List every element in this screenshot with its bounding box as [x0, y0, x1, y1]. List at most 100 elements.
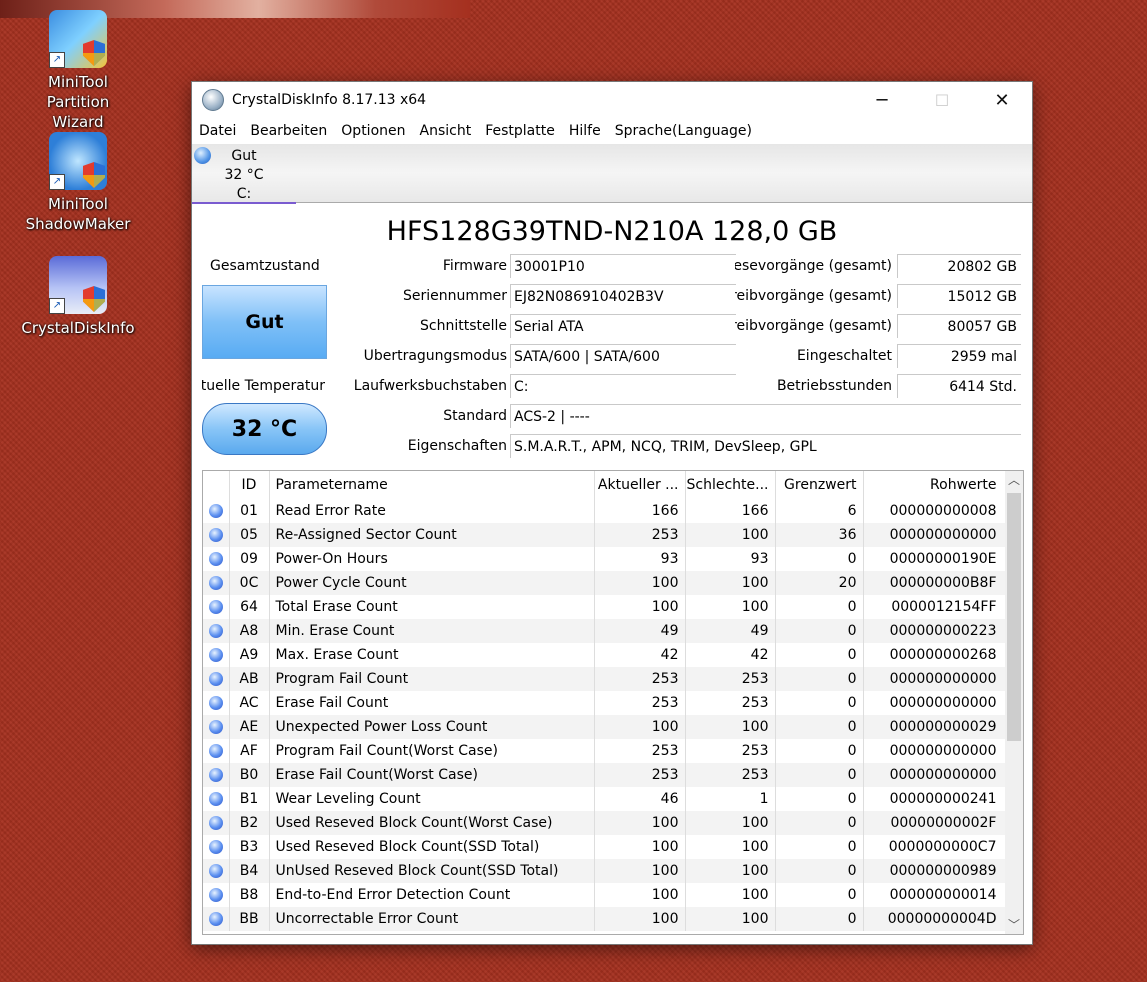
smart-parameter-name: Program Fail Count(Worst Case) — [269, 739, 595, 763]
health-status-button[interactable]: Gut — [202, 285, 327, 359]
smart-parameter-name: Power-On Hours — [269, 547, 595, 571]
col-header-threshold[interactable]: Grenzwert — [775, 471, 864, 499]
smart-row[interactable]: B1 Wear Leveling Count 46 1 0 000000000241 — [203, 787, 1006, 811]
smart-row[interactable]: A8 Min. Erase Count 49 49 0 000000000223 — [203, 619, 1006, 643]
health-label: Gesamtzustand — [210, 258, 320, 274]
smart-status-cell — [203, 619, 230, 643]
smart-threshold: 0 — [775, 715, 864, 739]
smart-row[interactable]: B0 Erase Fail Count(Worst Case) 253 253 0 000… — [203, 763, 1006, 787]
desktop-icon-label: MiniTool Partition — [46, 73, 110, 111]
smart-row[interactable]: B3 Used Reseved Block Count(SSD Total) 100… — [203, 835, 1006, 859]
smart-worst: 100 — [685, 907, 776, 931]
smart-threshold: 0 — [775, 883, 864, 907]
menu-optionen[interactable]: Optionen — [341, 123, 405, 139]
reads-total-label: Lesevorgänge (gesamt) — [735, 258, 892, 274]
menu-ansicht[interactable]: Ansicht — [420, 123, 472, 139]
title-bar[interactable]: CrystalDiskInfo 8.17.13 x64 ─ ☐ ✕ — [192, 82, 1032, 118]
smart-threshold: 0 — [775, 835, 864, 859]
maximize-button[interactable]: ☐ — [912, 82, 972, 118]
smart-current: 100 — [594, 907, 686, 931]
smart-row[interactable]: AF Program Fail Count(Worst Case) 253 253 0 0… — [203, 739, 1006, 763]
interface-label: Schnittstelle — [420, 318, 507, 334]
smart-scrollbar[interactable]: ︿ ﹀ — [1005, 471, 1023, 934]
power-on-count-value: 2959 mal — [897, 344, 1021, 368]
temperature-button[interactable]: 32 °C — [202, 403, 327, 455]
smart-current: 49 — [594, 619, 686, 643]
smart-worst: 93 — [685, 547, 776, 571]
disk-model-title: HFS128G39TND-N210A 128,0 GB — [386, 216, 838, 247]
smart-status-cell — [203, 907, 230, 931]
menu-hilfe[interactable]: Hilfe — [569, 123, 601, 139]
smart-raw-value: 00000000190E — [863, 547, 1006, 571]
smart-status-cell — [203, 595, 230, 619]
smart-threshold: 36 — [775, 523, 864, 547]
smart-worst: 100 — [685, 811, 776, 835]
drive-tab-c[interactable]: Gut 32 °C C: — [192, 144, 296, 204]
smart-raw-value: 000000000268 — [863, 643, 1006, 667]
features-label: Eigenschaften — [407, 438, 507, 454]
col-header-status[interactable] — [203, 471, 230, 499]
smart-id: BB — [229, 907, 270, 931]
smart-raw-value: 000000000B8F — [863, 571, 1006, 595]
desktop-icon-partition-wizard[interactable]: ↗ MiniTool Partition Wizard — [18, 10, 138, 132]
smart-row[interactable]: 05 Re-Assigned Sector Count 253 100 36 000000… — [203, 523, 1006, 547]
smart-row[interactable]: 0C Power Cycle Count 100 100 20 000000000B8F — [203, 571, 1006, 595]
close-button[interactable]: ✕ — [972, 82, 1032, 118]
smart-row[interactable]: B2 Used Reseved Block Count(Worst Case) 10… — [203, 811, 1006, 835]
menu-sprache[interactable]: Sprache(Language) — [615, 123, 752, 139]
transfer-mode-label: Übertragungsmodus — [363, 348, 507, 364]
smart-worst: 253 — [685, 763, 776, 787]
col-header-worst[interactable]: Schlechte... — [685, 471, 776, 499]
smart-row[interactable]: B8 End-to-End Error Detection Count 100 100… — [203, 883, 1006, 907]
col-header-current[interactable]: Aktueller ... — [594, 471, 686, 499]
smart-status-cell — [203, 715, 230, 739]
crystaldiskinfo-icon: ↗ — [49, 256, 107, 314]
smart-row[interactable]: 01 Read Error Rate 166 166 6 000000000008 — [203, 499, 1006, 523]
status-good-icon — [208, 600, 223, 614]
smart-current: 100 — [594, 715, 686, 739]
smart-raw-value: 000000000029 — [863, 715, 1006, 739]
smart-current: 93 — [594, 547, 686, 571]
desktop-icon-crystaldiskinfo[interactable]: ↗ CrystalDiskInfo — [18, 256, 138, 338]
scroll-up-icon[interactable]: ︿ — [1005, 471, 1023, 489]
status-good-icon — [208, 864, 223, 878]
smart-current: 253 — [594, 523, 686, 547]
smart-row[interactable]: A9 Max. Erase Count 42 42 0 000000000268 — [203, 643, 1006, 667]
smart-threshold: 0 — [775, 643, 864, 667]
menu-bearbeiten[interactable]: Bearbeiten — [250, 123, 327, 139]
col-header-raw[interactable]: Rohwerte — [863, 471, 1006, 499]
smart-row[interactable]: BB Uncorrectable Error Count 100 100 0 000000… — [203, 907, 1006, 931]
scroll-thumb[interactable] — [1007, 493, 1021, 741]
smart-row[interactable]: 64 Total Erase Count 100 100 0 0000012154FF — [203, 595, 1006, 619]
scroll-down-icon[interactable]: ﹀ — [1005, 916, 1023, 934]
smart-worst: 100 — [685, 883, 776, 907]
smart-threshold: 0 — [775, 859, 864, 883]
drive-letter-label: Laufwerksbuchstaben — [353, 378, 507, 394]
smart-worst: 100 — [685, 523, 776, 547]
smart-raw-value: 000000000000 — [863, 763, 1006, 787]
status-good-icon — [208, 528, 223, 542]
smart-row[interactable]: 09 Power-On Hours 93 93 0 00000000190E — [203, 547, 1006, 571]
smart-parameter-name: Max. Erase Count — [269, 643, 595, 667]
smart-current: 100 — [594, 811, 686, 835]
smart-row[interactable]: B4 UnUsed Reseved Block Count(SSD Total) 1… — [203, 859, 1006, 883]
smart-current: 100 — [594, 859, 686, 883]
menu-festplatte[interactable]: Festplatte — [485, 123, 555, 139]
smart-id: B2 — [229, 811, 270, 835]
smart-row[interactable]: AB Program Fail Count 253 253 0 000000000000 — [203, 667, 1006, 691]
smart-current: 100 — [594, 883, 686, 907]
status-good-icon — [194, 147, 211, 164]
col-header-parameter[interactable]: Parametername — [269, 471, 595, 499]
writes-total-value: 15012 GB — [897, 284, 1021, 308]
smart-row[interactable]: AC Erase Fail Count 253 253 0 000000000000 — [203, 691, 1006, 715]
desktop-icon-shadowmaker[interactable]: ↗ MiniTool ShadowMaker — [18, 132, 138, 234]
smart-current: 253 — [594, 739, 686, 763]
menu-datei[interactable]: Datei — [199, 123, 236, 139]
smart-row[interactable]: AE Unexpected Power Loss Count 100 100 0 0000… — [203, 715, 1006, 739]
col-header-id[interactable]: ID — [229, 471, 270, 499]
minimize-button[interactable]: ─ — [852, 82, 912, 118]
smart-threshold: 0 — [775, 739, 864, 763]
temperature-label: Aktuelle Temperatur — [202, 378, 325, 394]
smart-id: AC — [229, 691, 270, 715]
drive-selector-bar: Gut 32 °C C: — [192, 144, 1032, 204]
